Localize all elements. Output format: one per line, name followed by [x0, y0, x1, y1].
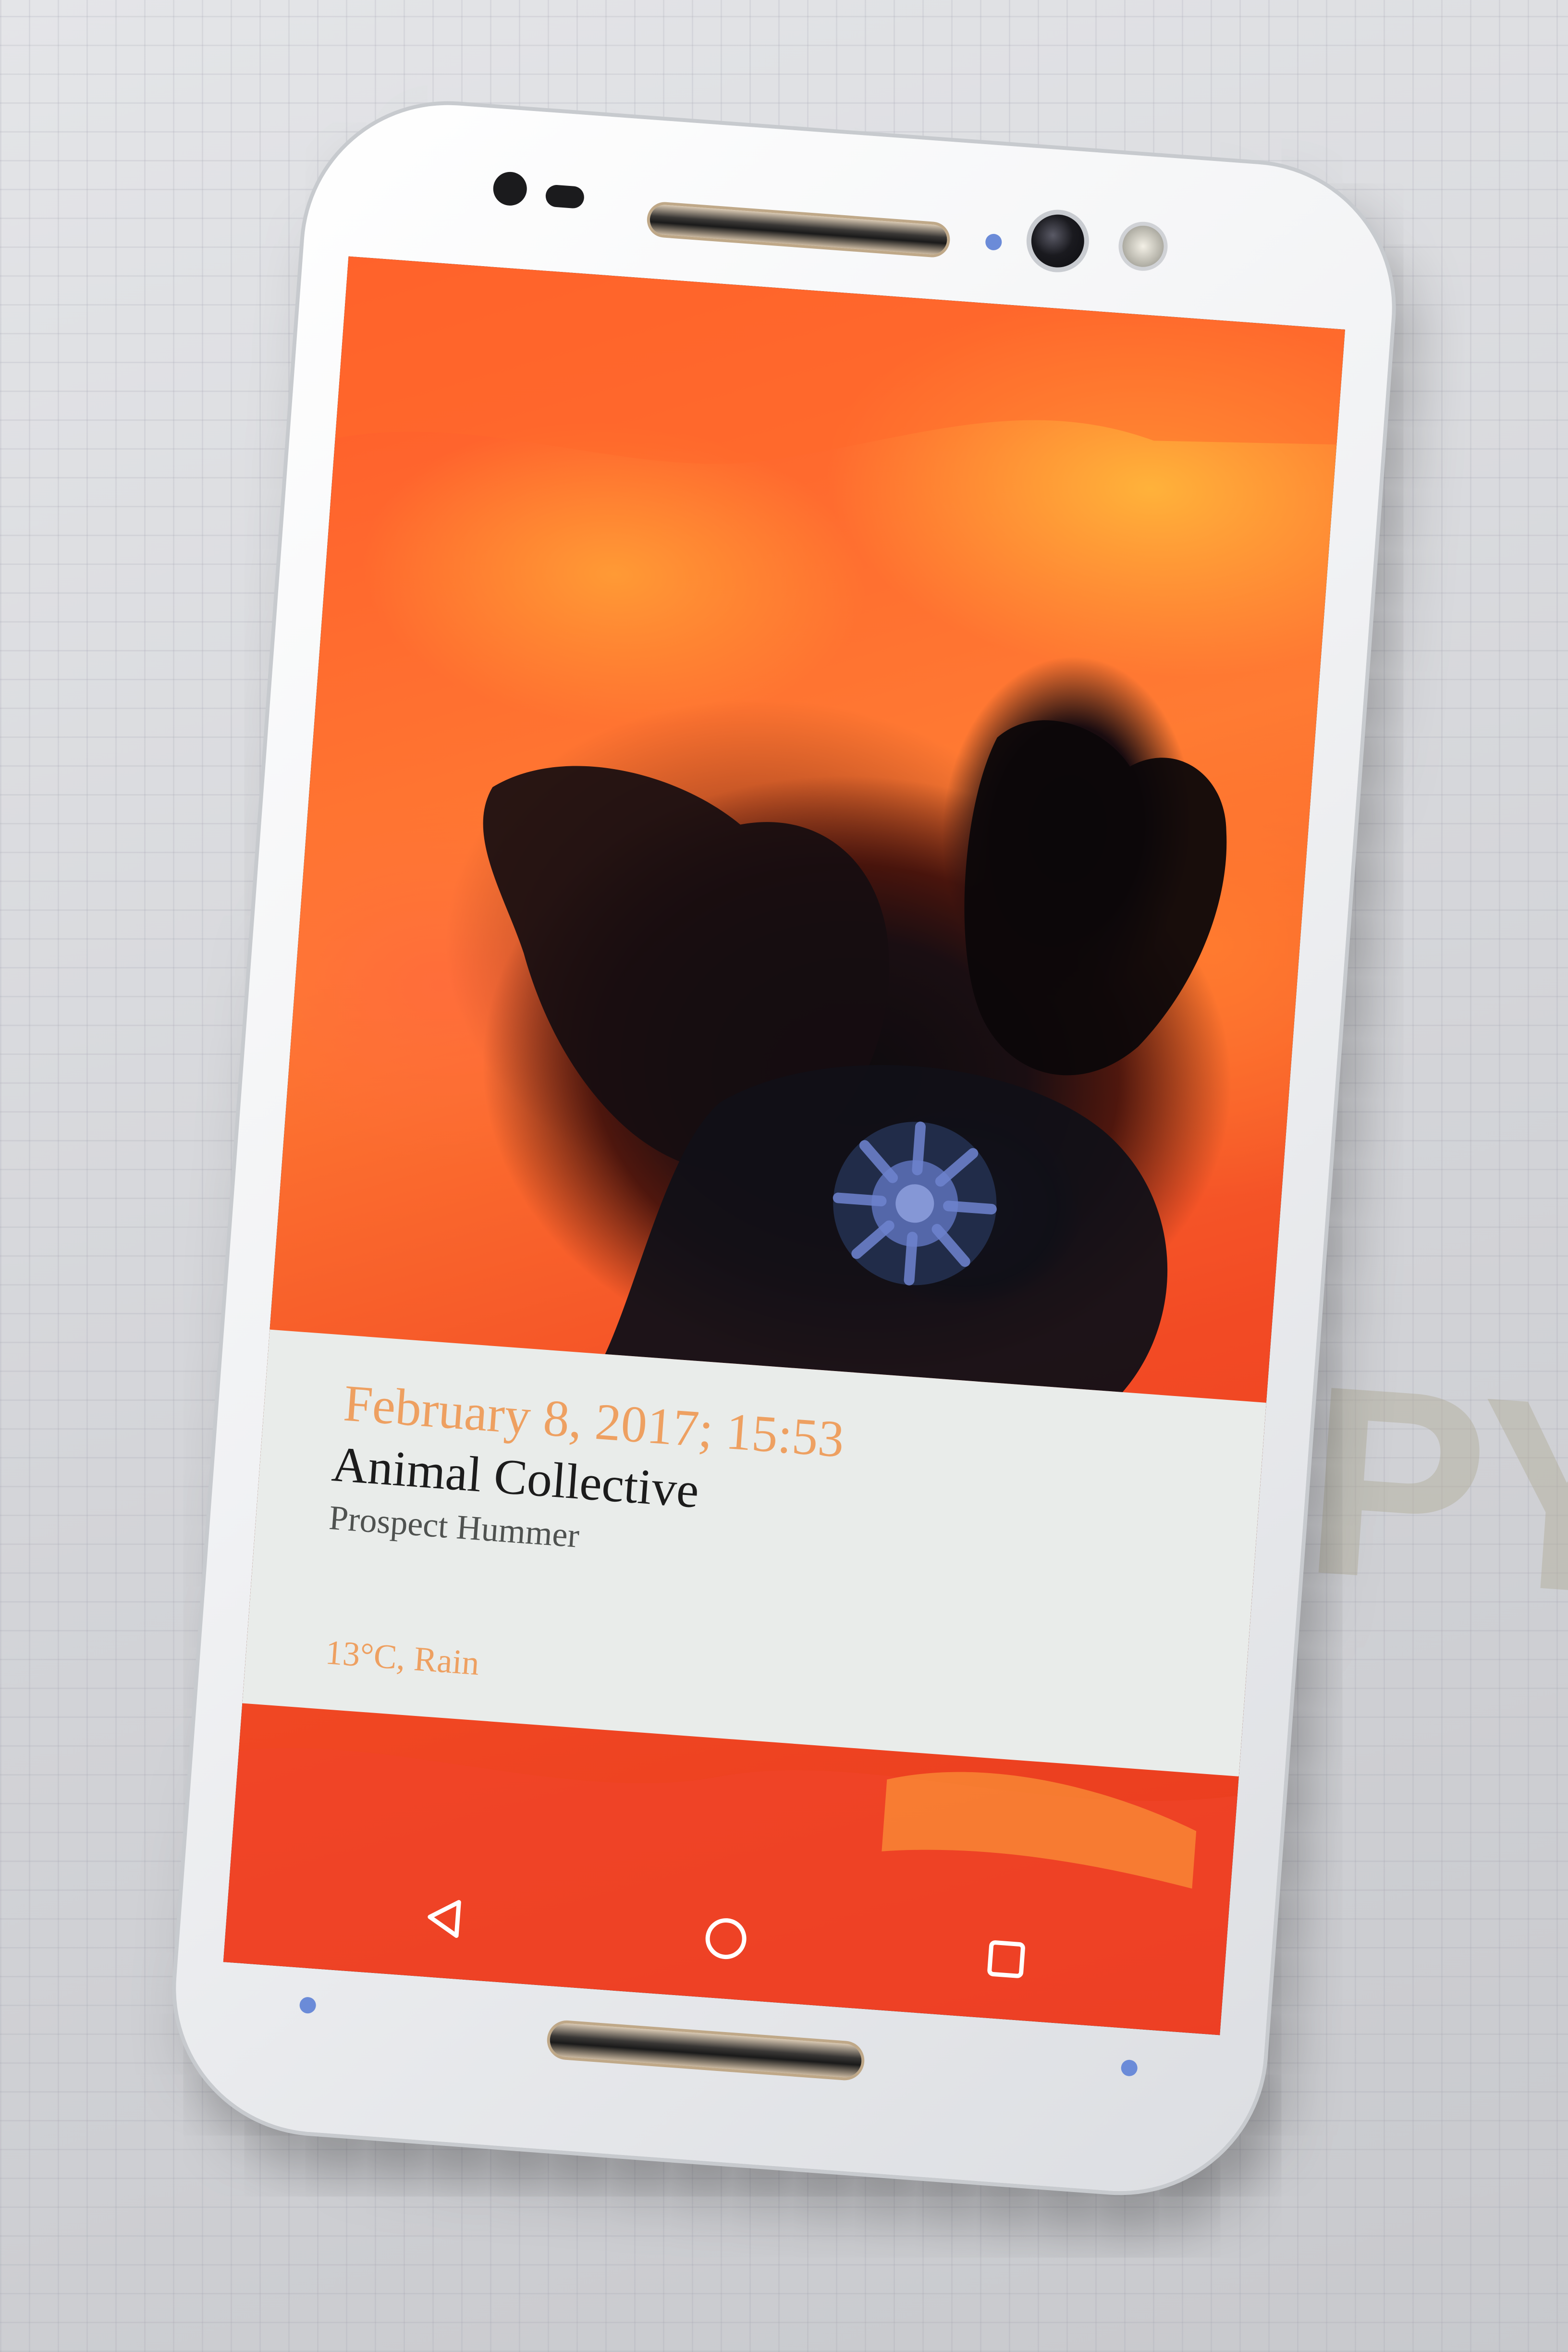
weather-label: 13°C, Rain	[324, 1633, 481, 1683]
lock-screen[interactable]: February 8, 2017; 15:53 Animal Collectiv…	[223, 256, 1345, 2035]
earpiece-speaker	[649, 204, 948, 256]
front-flash	[1121, 224, 1165, 269]
smartphone: February 8, 2017; 15:53 Animal Collectiv…	[166, 95, 1402, 2202]
background-print-text: PY	[1297, 1328, 1568, 1652]
dark-petal-right	[964, 720, 1227, 1076]
proximity-sensor	[492, 171, 528, 207]
now-playing-card[interactable]: February 8, 2017; 15:53 Animal Collectiv…	[242, 1329, 1266, 1776]
triangle-back-icon	[428, 1900, 461, 1938]
circle-home-icon	[705, 1918, 747, 1960]
bottom-speaker	[549, 2022, 863, 2079]
recents-button[interactable]	[978, 1931, 1035, 1988]
notification-led	[985, 233, 1003, 251]
square-recents-icon	[987, 1940, 1025, 1978]
back-button[interactable]	[417, 1890, 474, 1947]
front-camera	[1029, 212, 1086, 270]
light-sensor	[545, 184, 585, 209]
bottom-right-sensor-dot	[1120, 2059, 1138, 2077]
home-button[interactable]	[698, 1911, 754, 1967]
orange-swirl-top	[335, 256, 1345, 464]
desk-surface: PY February 8, 2017; 15:53 Animal Collec…	[0, 0, 1568, 2352]
bottom-left-sensor-dot	[299, 1996, 317, 2014]
